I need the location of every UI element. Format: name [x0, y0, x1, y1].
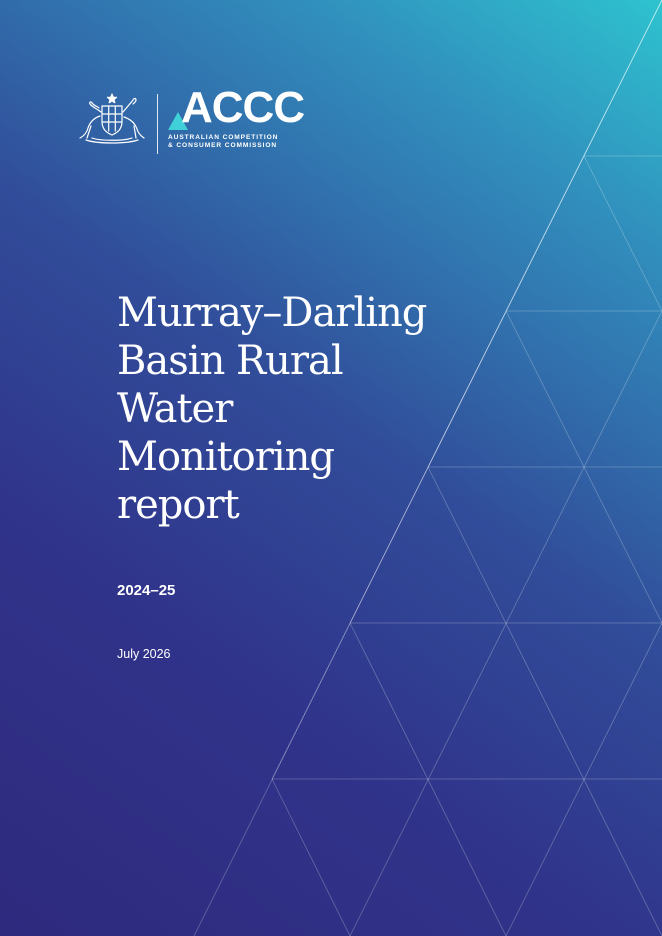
report-period: 2024–25 [117, 582, 176, 599]
accc-wordmark: ACCC [181, 83, 305, 132]
title-line-2: Basin Rural [117, 338, 344, 384]
logo-lockup: ACCC AUSTRALIAN COMPETITION & CONSUMER C… [78, 86, 308, 156]
title-line-3: Water [117, 386, 233, 432]
publication-date: July 2026 [117, 647, 171, 661]
logo-divider [157, 94, 158, 154]
title-line-5: report [117, 482, 240, 528]
accc-subtitle: AUSTRALIAN COMPETITION & CONSUMER COMMIS… [168, 134, 278, 150]
report-cover: ACCC AUSTRALIAN COMPETITION & CONSUMER C… [0, 0, 662, 936]
commonwealth-coat-of-arms-icon [79, 93, 145, 144]
accc-subtitle-line-1: AUSTRALIAN COMPETITION [168, 134, 279, 141]
title-line-1: Murray–Darling [117, 290, 427, 336]
report-title: Murray–Darling Basin Rural Water Monitor… [117, 289, 497, 529]
accc-subtitle-line-2: & CONSUMER COMMISSION [168, 142, 278, 149]
title-line-4: Monitoring [117, 434, 335, 480]
